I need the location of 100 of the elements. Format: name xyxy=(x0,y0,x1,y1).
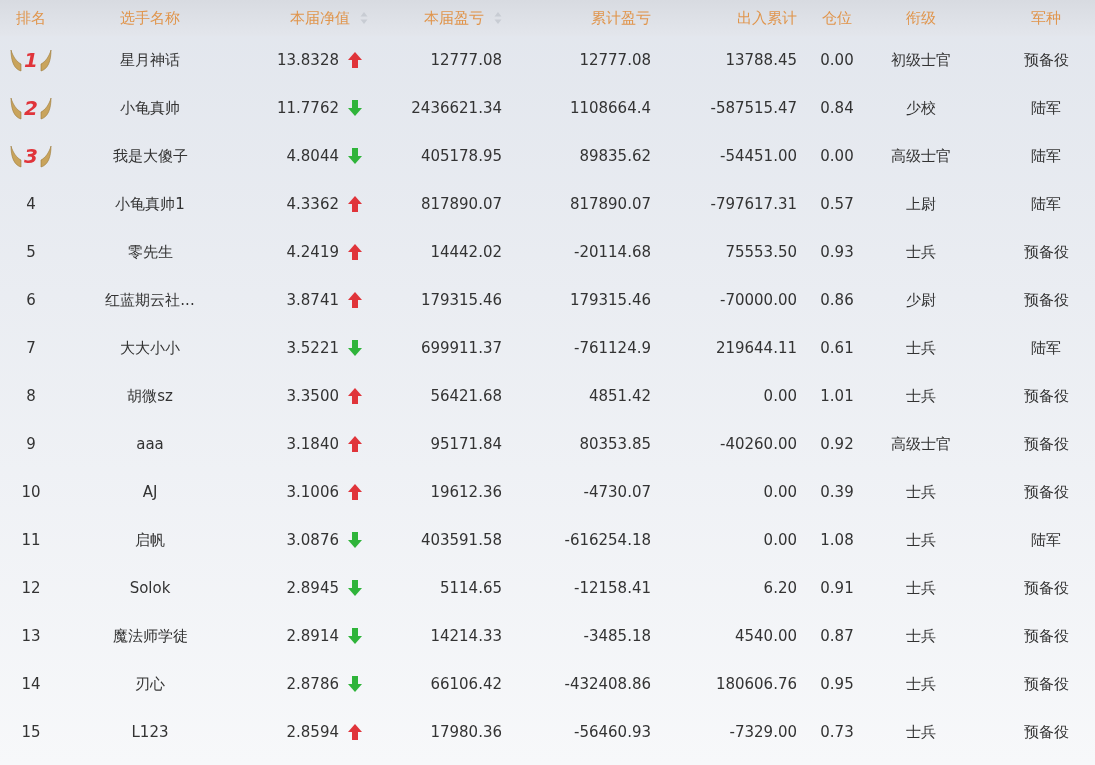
player-name: 星月神话 xyxy=(120,50,180,70)
service-branch: 预备役 xyxy=(1023,290,1069,310)
military-rank: 士兵 xyxy=(906,578,936,598)
period-pnl: 17980.36 xyxy=(430,723,502,741)
rank-number: 12 xyxy=(21,579,41,597)
total-pnl: -20114.68 xyxy=(574,243,651,261)
rank-number: 9 xyxy=(26,435,36,453)
total-pnl: 817890.07 xyxy=(569,195,651,213)
military-rank: 士兵 xyxy=(906,338,936,358)
net-flow: 6.20 xyxy=(763,579,797,597)
sort-icon[interactable] xyxy=(494,11,502,25)
position: 0.86 xyxy=(820,291,854,309)
service-branch: 预备役 xyxy=(1023,386,1069,406)
military-rank: 士兵 xyxy=(906,674,936,694)
net-flow: -587515.47 xyxy=(710,99,797,117)
net-value: 2.8945 xyxy=(286,579,339,597)
player-name: 胡微sz xyxy=(127,386,173,406)
column-header: 累计盈亏 xyxy=(591,8,651,28)
position: 1.08 xyxy=(820,531,854,549)
position: 0.92 xyxy=(820,435,854,453)
column-header: 军种 xyxy=(1031,8,1061,28)
position: 0.93 xyxy=(820,243,854,261)
total-pnl: -12158.41 xyxy=(574,579,651,597)
column-header[interactable]: 本届净值 xyxy=(290,8,350,28)
position: 0.87 xyxy=(820,627,854,645)
rank-number: 8 xyxy=(26,387,36,405)
rank-number: 6 xyxy=(26,291,36,309)
service-branch: 预备役 xyxy=(1023,626,1069,646)
total-pnl: -3485.18 xyxy=(583,627,651,645)
period-pnl: 95171.84 xyxy=(430,435,502,453)
service-branch: 陆军 xyxy=(1031,146,1061,166)
position: 0.39 xyxy=(820,483,854,501)
rank-number: 11 xyxy=(21,531,41,549)
player-name: L123 xyxy=(131,723,169,741)
military-rank: 高级士官 xyxy=(891,146,951,166)
net-value: 2.8594 xyxy=(286,723,339,741)
total-pnl: 4851.42 xyxy=(588,387,651,405)
position: 0.95 xyxy=(820,675,854,693)
rank-number: 13 xyxy=(21,627,41,645)
net-flow: 0.00 xyxy=(763,531,797,549)
military-rank: 少校 xyxy=(906,98,936,118)
player-name: 启帆 xyxy=(135,530,165,550)
player-name: 大大小小 xyxy=(120,338,180,358)
rank-number: 3 xyxy=(24,144,38,168)
net-flow: 180606.76 xyxy=(715,675,797,693)
net-value: 4.8044 xyxy=(286,147,339,165)
rank-number: 5 xyxy=(26,243,36,261)
column-header: 选手名称 xyxy=(120,8,180,28)
military-rank: 初级士官 xyxy=(891,50,951,70)
net-value: 3.1840 xyxy=(286,435,339,453)
net-value: 4.2419 xyxy=(286,243,339,261)
rank-number: 10 xyxy=(21,483,41,501)
net-value: 4.3362 xyxy=(286,195,339,213)
net-flow: 219644.11 xyxy=(715,339,797,357)
position: 0.00 xyxy=(820,51,854,69)
total-pnl: -761124.9 xyxy=(574,339,651,357)
net-flow: -7329.00 xyxy=(729,723,797,741)
net-flow: 4540.00 xyxy=(734,627,797,645)
service-branch: 陆军 xyxy=(1031,530,1061,550)
period-pnl: 14442.02 xyxy=(430,243,502,261)
military-rank: 上尉 xyxy=(906,194,936,214)
column-header: 衔级 xyxy=(906,8,936,28)
net-flow: -70000.00 xyxy=(720,291,797,309)
rank-number: 4 xyxy=(26,195,36,213)
column-header[interactable]: 本届盈亏 xyxy=(424,8,484,28)
net-value: 3.1006 xyxy=(286,483,339,501)
service-branch: 预备役 xyxy=(1023,674,1069,694)
period-pnl: 66106.42 xyxy=(430,675,502,693)
military-rank: 士兵 xyxy=(906,530,936,550)
service-branch: 陆军 xyxy=(1031,98,1061,118)
military-rank: 士兵 xyxy=(906,626,936,646)
player-name: 小龟真帅 xyxy=(120,98,180,118)
column-header: 排名 xyxy=(16,8,46,28)
total-pnl: 89835.62 xyxy=(579,147,651,165)
player-name: aaa xyxy=(136,435,164,453)
period-pnl: 405178.95 xyxy=(420,147,502,165)
column-header: 出入累计 xyxy=(737,8,797,28)
position: 1.01 xyxy=(820,387,854,405)
service-branch: 陆军 xyxy=(1031,194,1061,214)
service-branch: 预备役 xyxy=(1023,50,1069,70)
service-branch: 预备役 xyxy=(1023,482,1069,502)
player-name: 小龟真帅1 xyxy=(115,194,185,214)
sort-icon[interactable] xyxy=(360,11,368,25)
net-value: 3.8741 xyxy=(286,291,339,309)
total-pnl: -432408.86 xyxy=(564,675,651,693)
total-pnl: 1108664.4 xyxy=(569,99,651,117)
net-flow: -40260.00 xyxy=(720,435,797,453)
total-pnl: -4730.07 xyxy=(583,483,651,501)
player-name: 红蓝期云社... xyxy=(105,290,195,310)
military-rank: 士兵 xyxy=(906,386,936,406)
net-value: 3.0876 xyxy=(286,531,339,549)
period-pnl: 403591.58 xyxy=(420,531,502,549)
service-branch: 预备役 xyxy=(1023,434,1069,454)
total-pnl: -616254.18 xyxy=(564,531,651,549)
net-flow: 0.00 xyxy=(763,387,797,405)
wing-icon xyxy=(39,143,52,169)
net-value: 3.5221 xyxy=(286,339,339,357)
player-name: 零先生 xyxy=(127,242,173,262)
total-pnl: 179315.46 xyxy=(569,291,651,309)
total-pnl: 12777.08 xyxy=(579,51,651,69)
